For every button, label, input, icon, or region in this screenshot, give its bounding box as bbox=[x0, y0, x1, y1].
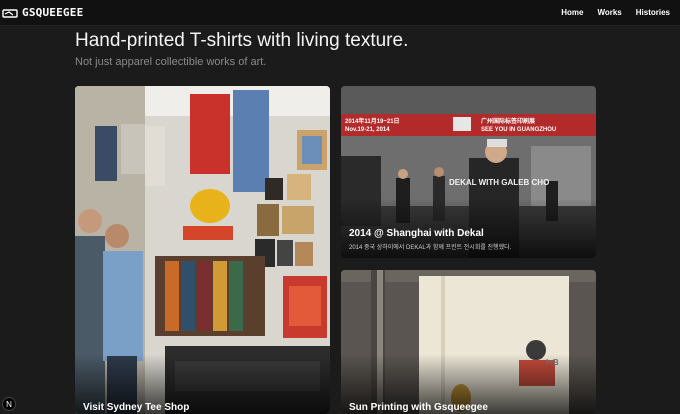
nav-home[interactable]: Home bbox=[561, 8, 583, 17]
top-navbar: GSQUEEGEE Home Works Histories bbox=[0, 0, 680, 26]
hero-title: Hand-printed T-shirts with living textur… bbox=[75, 30, 409, 51]
n-badge-icon[interactable]: N bbox=[2, 397, 16, 411]
nav-histories[interactable]: Histories bbox=[636, 8, 670, 17]
card-title: Visit Sydney Tee Shop bbox=[83, 402, 190, 413]
brand[interactable]: GSQUEEGEE bbox=[0, 6, 83, 19]
banner-left-line1: 2014年11月19~21日 bbox=[345, 117, 400, 125]
card-description: 2014 중국 상하이에서 DEKAL과 함께 프린트 전시회를 진행했다. bbox=[349, 245, 512, 251]
banner-left-line2: Nov.19-21, 2014 bbox=[345, 127, 390, 133]
hero-subtitle: Not just apparel collectible works of ar… bbox=[75, 56, 267, 68]
banner-right-line2: SEE YOU IN GUANGZHOU bbox=[481, 127, 556, 133]
main-nav: Home Works Histories bbox=[561, 8, 670, 17]
brand-name: GSQUEEGEE bbox=[22, 6, 84, 19]
banner-right-line1: 广州国际标签印刷展 bbox=[481, 117, 535, 125]
photo-caption: DEKAL WITH GALEB CHO bbox=[449, 178, 549, 187]
card-sydney-tee-shop[interactable]: Visit Sydney Tee Shop bbox=[75, 86, 330, 414]
nav-works[interactable]: Works bbox=[597, 8, 621, 17]
card-sun-printing[interactable]: I=B Sun Printing with Gsqueegee bbox=[341, 270, 596, 414]
card-title: 2014 @ Shanghai with Dekal bbox=[349, 228, 484, 239]
card-shanghai-dekal[interactable]: 2014年11月19~21日 Nov.19-21, 2014 广州国际标签印刷展… bbox=[341, 86, 596, 258]
squeegee-logo-icon bbox=[2, 7, 18, 19]
card-title: Sun Printing with Gsqueegee bbox=[349, 402, 488, 413]
